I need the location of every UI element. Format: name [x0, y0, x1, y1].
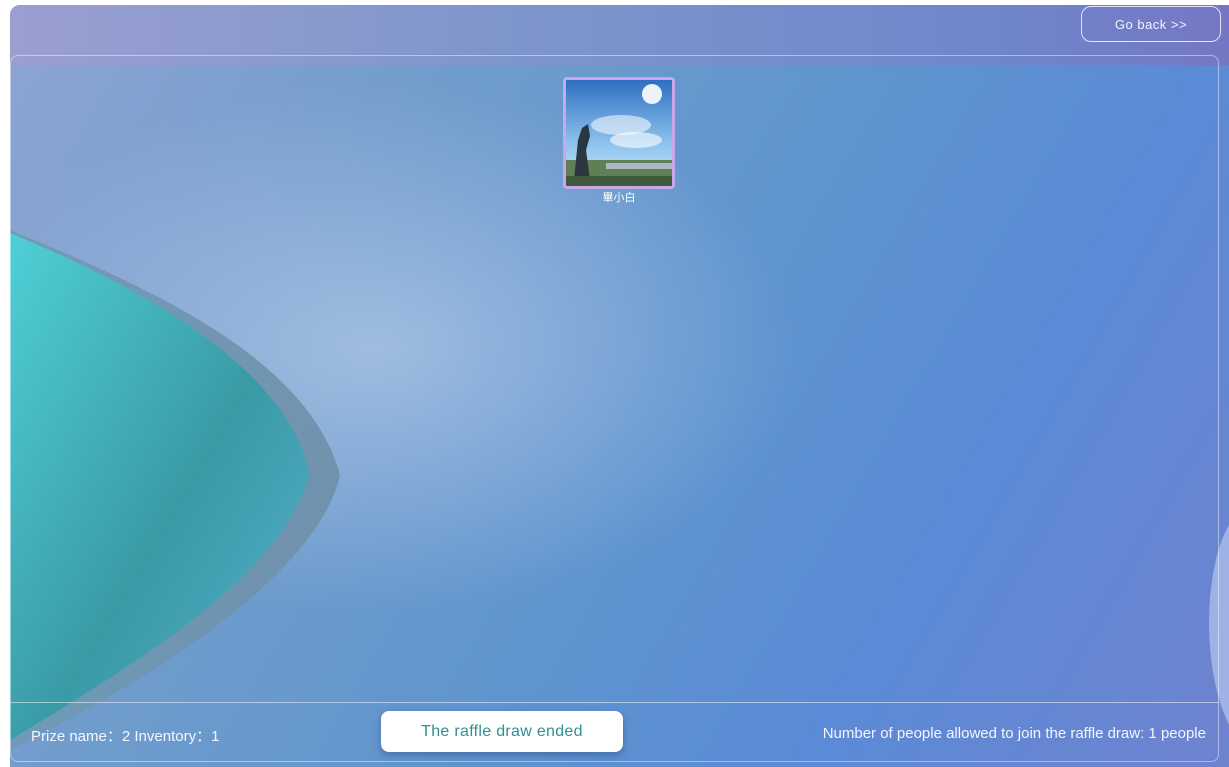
prize-info: Prize name：2 Inventory：1 [31, 728, 220, 745]
raffle-status-button[interactable]: The raffle draw ended [381, 711, 623, 752]
footer-divider [10, 702, 1219, 703]
avatar [563, 77, 675, 189]
raffle-screen: Go back >> 畢小白 Prize name：2 Inventory：1 … [0, 0, 1229, 767]
participant-limit-info: Number of people allowed to join the raf… [822, 725, 1206, 742]
go-back-button[interactable]: Go back >> [1081, 6, 1221, 42]
participant-name: 畢小白 [602, 192, 636, 204]
participant-card: 畢小白 [563, 77, 675, 205]
avatar-photo [566, 80, 672, 186]
